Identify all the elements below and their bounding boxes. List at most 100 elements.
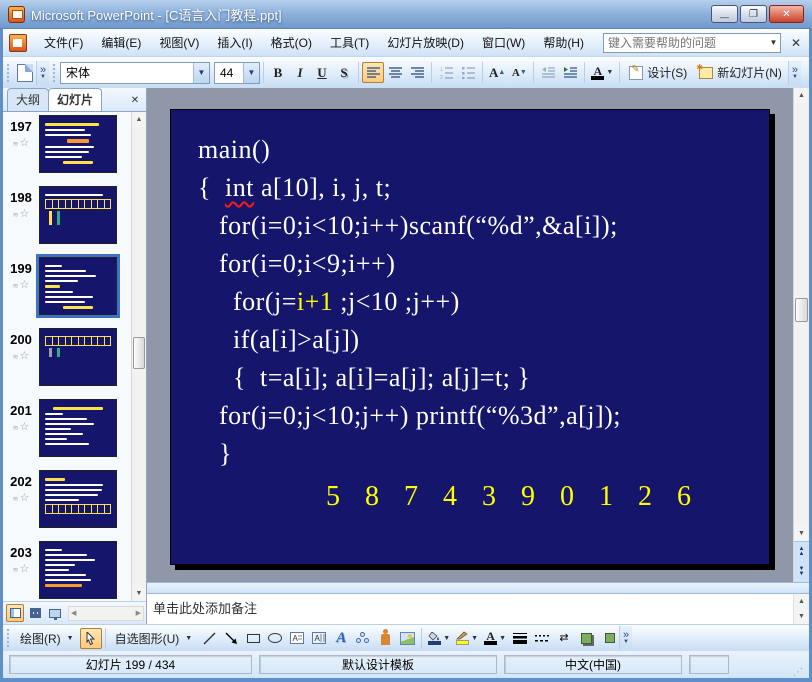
arrow-style-button[interactable] — [553, 628, 575, 649]
toolbar-grip[interactable] — [6, 628, 11, 648]
scroll-down-icon[interactable] — [794, 609, 809, 624]
menu-item-help[interactable]: 帮助(H) — [534, 31, 593, 54]
toolbar-options-chevron-icon[interactable] — [787, 60, 801, 85]
toolbar-grip[interactable] — [6, 62, 11, 83]
menu-item-file[interactable]: 文件(F) — [35, 31, 92, 54]
underline-button[interactable]: U — [311, 62, 333, 83]
close-button[interactable] — [769, 5, 804, 23]
chevron-down-icon[interactable] — [606, 69, 613, 76]
toolbar-grip[interactable] — [52, 62, 57, 83]
diagram-button[interactable] — [352, 628, 374, 649]
scroll-down-icon[interactable] — [132, 586, 146, 601]
tab-outline[interactable]: 大纲 — [7, 88, 50, 111]
slideshow-view-button[interactable] — [46, 604, 64, 622]
font-color-button[interactable]: A — [481, 628, 509, 649]
menu-item-tools[interactable]: 工具(T) — [321, 31, 378, 54]
line-style-button[interactable] — [509, 628, 531, 649]
title-bar[interactable]: Microsoft PowerPoint - [C语言入门教程.ppt] — [0, 0, 812, 29]
arrow-tool-button[interactable] — [220, 628, 242, 649]
tab-slides[interactable]: 幻灯片 — [48, 88, 103, 111]
align-right-button[interactable] — [406, 62, 428, 83]
minimize-button[interactable] — [711, 5, 738, 23]
animation-star-icon[interactable] — [3, 349, 39, 362]
chevron-down-icon[interactable] — [243, 62, 259, 83]
main-scroll-thumb[interactable] — [795, 298, 808, 322]
slide-thumbnail-197[interactable]: 197 — [3, 115, 131, 186]
thumbnail-preview[interactable] — [39, 541, 117, 599]
menu-item-view[interactable]: 视图(V) — [150, 31, 208, 54]
panel-close-icon[interactable] — [127, 92, 143, 108]
scroll-left-icon[interactable] — [71, 609, 76, 617]
fill-color-button[interactable] — [425, 628, 453, 649]
menu-item-window[interactable]: 窗口(W) — [473, 31, 534, 54]
increase-indent-button[interactable] — [559, 62, 581, 83]
slide-thumbnail-199[interactable]: 199 — [3, 254, 131, 328]
menu-item-format[interactable]: 格式(O) — [262, 31, 321, 54]
shadow-style-button[interactable] — [575, 628, 597, 649]
thumbnail-preview[interactable] — [39, 328, 117, 386]
decrease-font-size-button[interactable]: A ▼ — [508, 62, 530, 83]
font-size-combo[interactable]: 44 — [214, 61, 260, 84]
bold-button[interactable]: B — [267, 62, 289, 83]
toolbar-options-chevron-icon[interactable] — [36, 60, 49, 85]
panel-scroll-track[interactable] — [132, 127, 146, 586]
chevron-down-icon[interactable] — [767, 38, 780, 47]
slide-thumbnail-201[interactable]: 201 — [3, 399, 131, 470]
new-document-button[interactable] — [14, 62, 36, 83]
chevron-down-icon[interactable] — [443, 635, 450, 642]
help-search-box[interactable] — [603, 32, 781, 53]
line-color-button[interactable] — [453, 628, 481, 649]
chevron-down-icon[interactable] — [471, 635, 478, 642]
select-objects-button[interactable] — [79, 627, 102, 649]
normal-view-button[interactable] — [6, 604, 24, 622]
menubar-close-icon[interactable] — [787, 36, 805, 50]
vertical-text-box-button[interactable]: A — [308, 628, 330, 649]
restore-button[interactable] — [740, 5, 767, 23]
notes-scrollbar[interactable] — [793, 594, 809, 624]
next-slide-button[interactable] — [794, 562, 809, 582]
font-color-button[interactable]: A — [588, 62, 616, 83]
thumbnail-preview[interactable] — [39, 115, 117, 173]
align-center-button[interactable] — [384, 62, 406, 83]
scroll-down-icon[interactable] — [794, 526, 809, 542]
notes-pane[interactable]: 单击此处添加备注 — [147, 594, 793, 624]
thumbnail-preview[interactable] — [39, 399, 117, 457]
decrease-indent-button[interactable] — [537, 62, 559, 83]
draw-menu-button[interactable]: 绘图(R) — [14, 628, 80, 649]
align-left-button[interactable] — [362, 62, 384, 83]
slide-thumbnail-202[interactable]: 202 — [3, 470, 131, 541]
main-scrollbar[interactable] — [793, 88, 809, 583]
animation-star-icon[interactable] — [3, 278, 39, 291]
bullet-list-button[interactable] — [457, 62, 479, 83]
animation-star-icon[interactable] — [3, 491, 39, 504]
main-scroll-track[interactable] — [794, 103, 809, 526]
increase-font-size-button[interactable]: A ▲ — [486, 62, 508, 83]
line-tool-button[interactable] — [198, 628, 220, 649]
thumbnail-preview[interactable] — [39, 470, 117, 528]
text-shadow-button[interactable]: S — [333, 62, 355, 83]
slide-thumbnail-198[interactable]: 198 — [3, 186, 131, 257]
panel-scroll-thumb[interactable] — [133, 337, 145, 369]
rectangle-tool-button[interactable] — [242, 628, 264, 649]
wordart-button[interactable]: A — [330, 628, 352, 649]
slide-thumbnail-203[interactable]: 203 — [3, 541, 131, 601]
thumbnail-preview[interactable] — [39, 186, 117, 244]
panel-scrollbar[interactable] — [131, 112, 146, 601]
italic-button[interactable]: I — [289, 62, 311, 83]
slide-canvas[interactable]: main() { int a[10], i, j, t; for(i=0;i<10… — [170, 109, 770, 565]
animation-star-icon[interactable] — [3, 420, 39, 433]
animation-star-icon[interactable] — [3, 562, 39, 575]
scroll-up-icon[interactable] — [794, 88, 809, 103]
resize-grip-icon[interactable] — [793, 667, 803, 678]
insert-picture-button[interactable] — [396, 628, 418, 649]
panel-horizontal-scrollbar[interactable] — [68, 605, 144, 621]
scroll-right-icon[interactable] — [136, 609, 141, 617]
status-design-template[interactable]: 默认设计模板 — [259, 655, 497, 674]
slide-code-text[interactable]: main() { int a[10], i, j, t; for(i=0;i<10… — [171, 110, 769, 473]
font-name-combo[interactable]: 宋体 — [60, 61, 210, 84]
autoshapes-menu-button[interactable]: 自选图形(U) — [109, 628, 199, 649]
text-box-button[interactable]: A — [286, 628, 308, 649]
chevron-down-icon[interactable] — [193, 62, 209, 83]
clip-art-button[interactable] — [374, 628, 396, 649]
slide-output-numbers[interactable]: 5 8 7 4 3 9 0 1 2 6 — [326, 481, 769, 513]
